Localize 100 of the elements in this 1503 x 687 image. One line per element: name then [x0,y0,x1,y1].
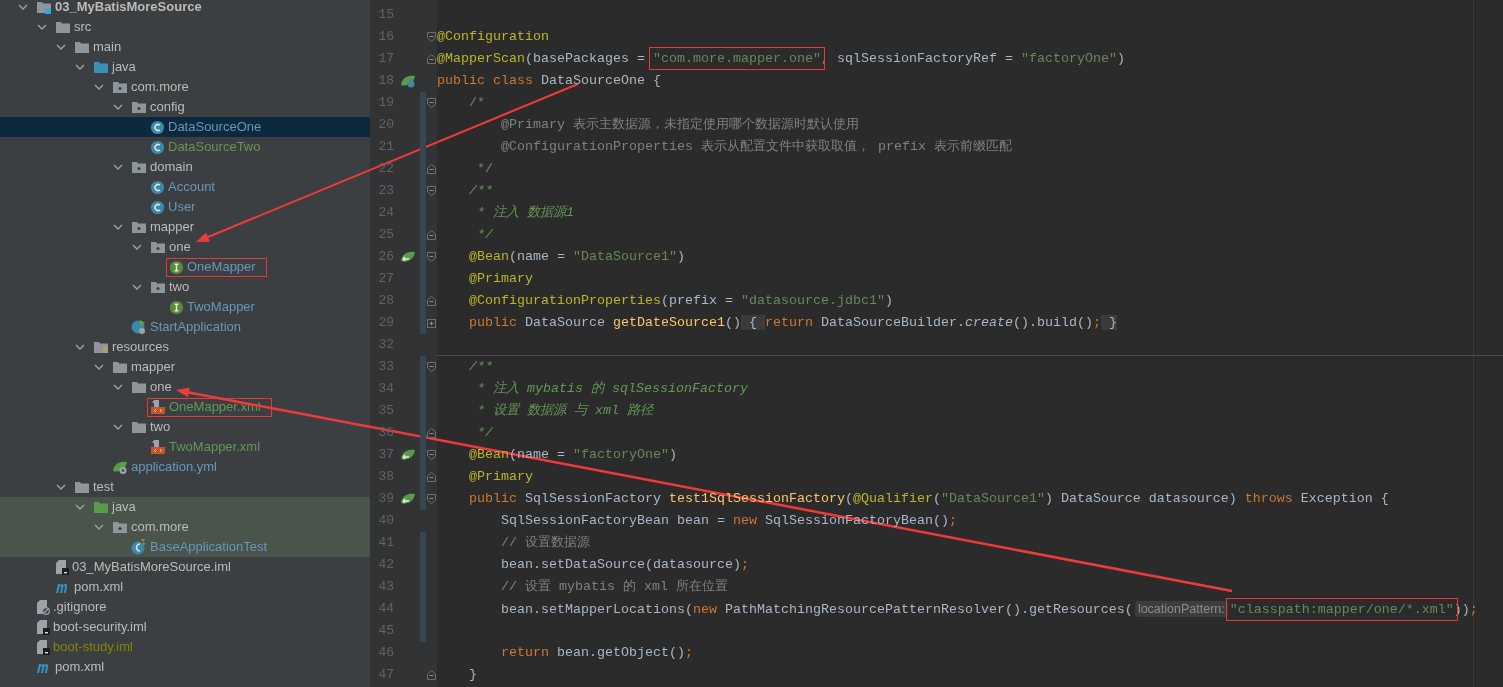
chevron-down-icon[interactable] [113,162,123,172]
tree-item[interactable]: two [0,277,370,297]
tree-item[interactable]: mapper [0,217,370,237]
code-line: public class DataSourceOne { [437,73,661,88]
chevron-down-icon[interactable] [56,482,66,492]
package-folder-icon [131,100,147,114]
file-name: one [150,380,172,394]
tree-item[interactable]: config [0,97,370,117]
tree-item[interactable]: DataSourceTwo [0,137,370,157]
module-folder-icon [36,0,52,14]
tree-item[interactable]: com.more [0,77,370,97]
run-class-icon [131,319,147,335]
tree-item[interactable]: DataSourceOne [0,117,370,137]
interface-icon [169,259,184,275]
tree-item[interactable]: java [0,57,370,77]
chevron-down-icon[interactable] [18,2,28,12]
tree-item[interactable]: application.yml [0,457,370,477]
fold-end-icon[interactable] [427,472,436,482]
tree-item[interactable]: OneMapper.xml [0,397,370,417]
tree-item[interactable]: one [0,377,370,397]
fold-end-icon[interactable] [427,296,436,306]
fold-end-icon[interactable] [427,428,436,438]
file-name: two [169,280,190,294]
fold-end-icon[interactable] [427,670,436,680]
tree-item[interactable]: boot-security.iml [0,617,370,637]
fold-start-icon[interactable] [427,494,436,504]
tree-item[interactable]: 03_MyBatisMoreSource.iml [0,557,370,577]
code-line: * 注入 mybatis 的 sqlSessionFactory [476,381,748,396]
chevron-down-icon[interactable] [113,422,123,432]
chevron-down-icon[interactable] [94,82,104,92]
package-folder-icon [150,280,166,294]
chevron-down-icon[interactable] [37,22,47,32]
fold-start-icon[interactable] [427,98,436,108]
chevron-down-icon[interactable] [113,382,123,392]
folder-icon [131,420,147,434]
fold-start-icon[interactable] [427,362,436,372]
file-name: 03_MyBatisMoreSource.iml [72,560,231,574]
code-line: // 设置 mybatis 的 xml 所在位置 [500,579,728,594]
tree-item[interactable]: StartApplication [0,317,370,337]
fold-end-icon[interactable] [427,230,436,240]
tree-item[interactable]: com.more [0,517,370,537]
chevron-down-icon[interactable] [94,362,104,372]
package-folder-icon [131,160,147,174]
code-line: @Primary 表示主数据源，未指定使用哪个数据源时默认使用 [500,117,859,132]
file-name: main [93,40,122,54]
chevron-down-icon[interactable] [75,502,85,512]
tree-item[interactable]: TwoMapper.xml [0,437,370,457]
chevron-down-icon[interactable] [94,522,104,532]
tree-item[interactable]: one [0,237,370,257]
file-name: boot-security.iml [53,620,147,634]
chevron-down-icon[interactable] [56,42,66,52]
tree-item[interactable]: test [0,477,370,497]
file-name: src [74,20,92,34]
tree-item[interactable]: domain [0,157,370,177]
class-icon [150,199,165,215]
tree-item[interactable]: TwoMapper [0,297,370,317]
fold-start-icon[interactable] [427,450,436,460]
tree-item[interactable]: Account [0,177,370,197]
tree-item[interactable]: 03_MyBatisMoreSource [0,0,370,17]
xml-file-icon [150,399,166,415]
tree-item[interactable]: java [0,497,370,517]
fold-start-icon[interactable] [427,252,436,262]
tree-item[interactable]: main [0,37,370,57]
interface-icon [169,299,184,315]
package-folder-icon [150,240,166,254]
file-name: boot-study.iml [53,640,133,654]
file-name: TwoMapper [187,300,255,314]
chevron-down-icon[interactable] [75,62,85,72]
file-name: one [169,240,191,254]
package-folder-icon [112,520,128,534]
folder-icon [131,380,147,394]
tree-item[interactable]: User [0,197,370,217]
code-line: @ConfigurationProperties(prefix = "datasource.jdbc1") [468,293,893,308]
tree-item[interactable]: .gitignore [0,597,370,617]
fold-end-icon[interactable] [427,54,436,64]
fold-start-icon[interactable] [427,32,436,42]
file-name: test [93,480,114,494]
code-line: * 注入 数据源1 [476,205,574,220]
tree-item[interactable]: pom.xml [0,577,370,597]
tree-item[interactable]: src [0,17,370,37]
code-line: * 设置 数据源 与 xml 路径 [476,403,653,418]
tree-item[interactable]: OneMapper [0,257,370,277]
tree-item[interactable]: two [0,417,370,437]
test-folder-icon [93,500,109,514]
tree-item[interactable]: mapper [0,357,370,377]
chevron-down-icon[interactable] [75,342,85,352]
tree-item[interactable]: pom.xml [0,657,370,677]
code-line: */ [476,227,493,242]
chevron-down-icon[interactable] [132,282,142,292]
unfold-icon[interactable] [427,318,436,328]
file-name: .gitignore [53,600,107,614]
file-name: domain [150,160,193,174]
folder-icon [112,360,128,374]
tree-item[interactable]: resources [0,337,370,357]
code-line: // 设置数据源 [500,535,590,550]
fold-end-icon[interactable] [427,164,436,174]
chevron-down-icon[interactable] [132,242,142,252]
chevron-down-icon[interactable] [113,222,123,232]
chevron-down-icon[interactable] [113,102,123,112]
fold-start-icon[interactable] [427,186,436,196]
